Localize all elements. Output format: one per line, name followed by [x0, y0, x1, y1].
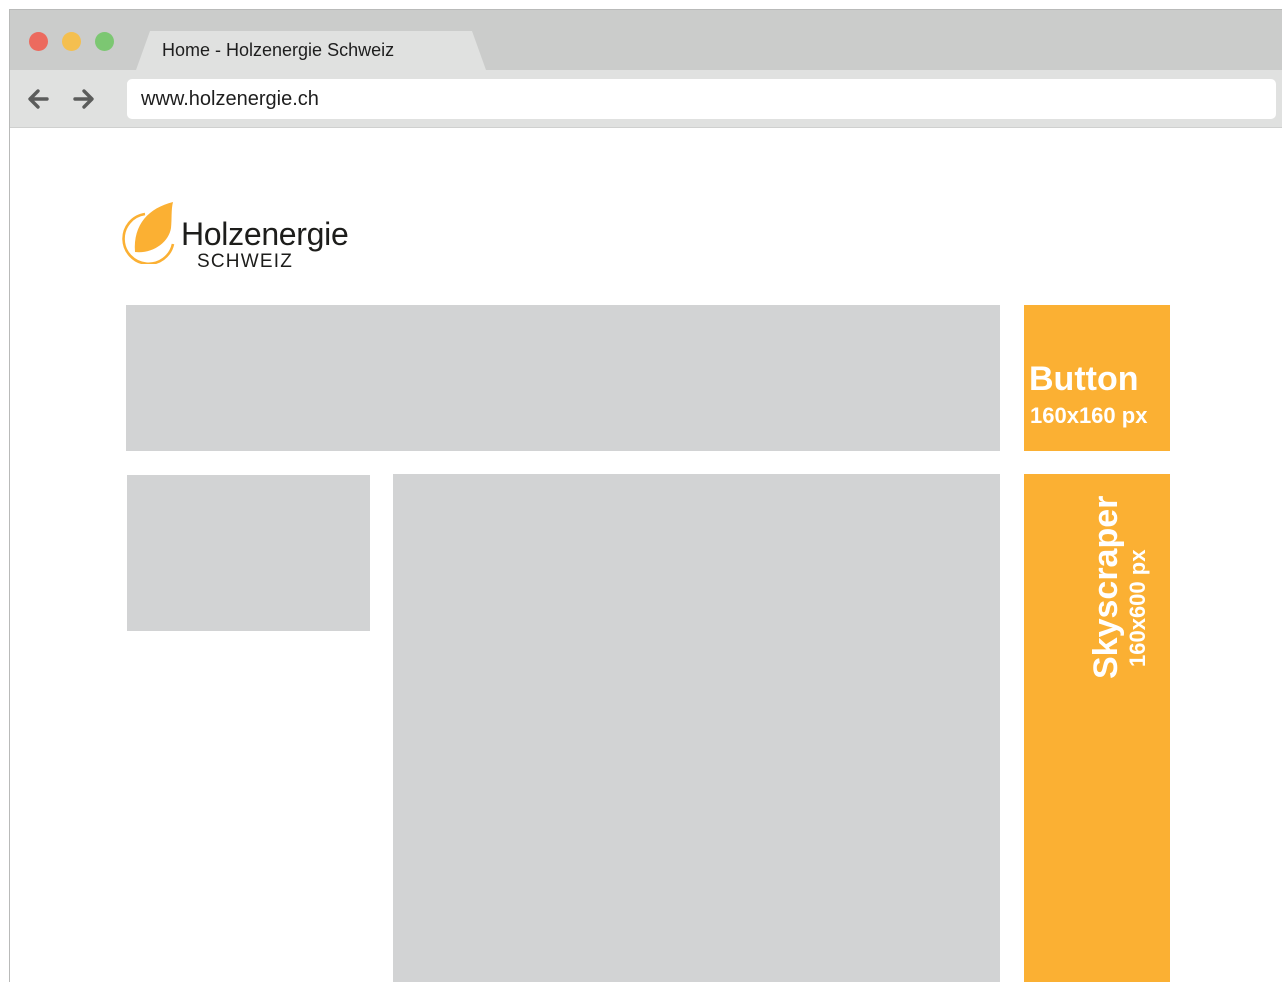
button-ad-size: 160x160 px: [1030, 403, 1148, 428]
content-placeholder: [393, 474, 1000, 982]
sidebar-placeholder: [127, 475, 370, 631]
button-ad[interactable]: Button 160x160 px: [1024, 305, 1170, 451]
close-window-button[interactable]: [29, 32, 48, 51]
skyscraper-ad[interactable]: Skyscraper 160x600 px: [1024, 474, 1170, 982]
banner-placeholder: [126, 305, 1000, 451]
minimize-window-button[interactable]: [62, 32, 81, 51]
arrow-left-icon: [28, 89, 49, 109]
tab-title: Home - Holzenergie Schweiz: [162, 40, 395, 60]
logo-subtitle: SCHWEIZ: [197, 251, 294, 272]
button-ad-label: Button: [1029, 360, 1139, 398]
arrow-right-icon: [73, 89, 94, 109]
skyscraper-ad-text: Skyscraper 160x600 px: [1087, 496, 1151, 679]
site-logo[interactable]: Holzenergie SCHWEIZ: [121, 200, 381, 275]
back-button[interactable]: [24, 86, 52, 112]
forward-button[interactable]: [70, 86, 98, 112]
logo-name: Holzenergie: [181, 216, 349, 252]
address-bar[interactable]: www.holzenergie.ch: [127, 79, 1276, 119]
zoom-window-button[interactable]: [95, 32, 114, 51]
skyscraper-ad-size: 160x600 px: [1125, 549, 1150, 667]
browser-window: Home - Holzenergie Schweiz www.holzenerg…: [9, 9, 1282, 982]
skyscraper-ad-label: Skyscraper: [1087, 495, 1125, 679]
flame-leaf-icon: [122, 202, 175, 264]
url-text: www.holzenergie.ch: [141, 88, 319, 110]
